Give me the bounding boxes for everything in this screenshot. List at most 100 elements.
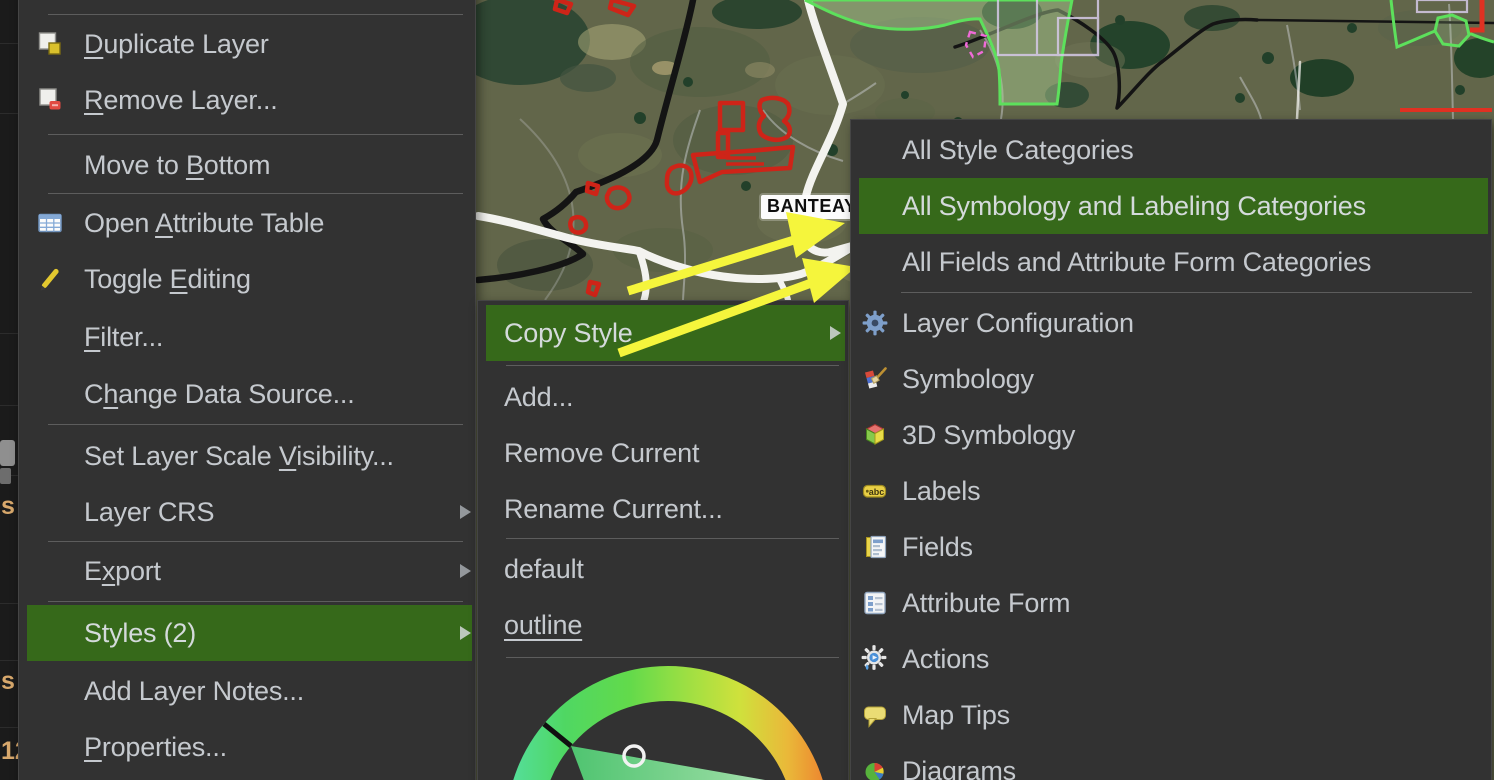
menu-item-properties[interactable]: Properties... bbox=[27, 719, 472, 775]
menu-item-label: Move to Bottom bbox=[84, 150, 270, 181]
label-post: ttribute Table bbox=[173, 208, 324, 238]
menu-item-layer-crs[interactable]: Layer CRS bbox=[27, 484, 472, 540]
attribute-table-icon bbox=[36, 209, 64, 237]
menu-item-open-attribute-table[interactable]: Open Attribute Table bbox=[27, 195, 472, 251]
label-post: uplicate Layer bbox=[103, 29, 268, 59]
menu-item-label: Set Layer Scale Visibility... bbox=[84, 441, 394, 472]
label-pre: outline bbox=[504, 610, 582, 640]
menu-item-label: All Fields and Attribute Form Categories bbox=[902, 247, 1371, 278]
menu-item-move-to-bottom[interactable]: Move to Bottom bbox=[27, 137, 472, 193]
menu-separator bbox=[48, 134, 463, 135]
menu-item-label: Remove Layer... bbox=[84, 85, 278, 116]
menu-item-label: Symbology bbox=[902, 364, 1034, 395]
menu-item-all-symbology-and-labeling-categories[interactable]: All Symbology and Labeling Categories bbox=[859, 178, 1488, 234]
menu-item-all-fields-and-attribute-form-categories[interactable]: All Fields and Attribute Form Categories bbox=[859, 234, 1488, 290]
menu-item-add-style[interactable]: Add... bbox=[486, 369, 845, 425]
symbology-icon bbox=[861, 365, 889, 393]
label-pre: Add... bbox=[504, 382, 573, 412]
label-mnemonic: h bbox=[103, 379, 118, 409]
layer-context-menu: Duplicate Layer Remove Layer... Move to Bo… bbox=[18, 0, 476, 780]
menu-item-all-style-categories[interactable]: All Style Categories bbox=[859, 122, 1488, 178]
attribute-form-icon bbox=[861, 589, 889, 617]
panel-item-icon-fragment bbox=[0, 468, 11, 484]
menu-item-copy-style[interactable]: Copy Style bbox=[486, 305, 845, 361]
label-mnemonic: D bbox=[84, 29, 103, 59]
label-pre: Attribute Form bbox=[902, 588, 1070, 618]
style-categories-submenu: All Style Categories All Symbology and La… bbox=[850, 119, 1492, 780]
diagrams-icon bbox=[861, 757, 889, 780]
menu-item-label: Open Attribute Table bbox=[84, 208, 324, 239]
label-pre: Rename Current... bbox=[504, 494, 723, 524]
menu-item-set-layer-scale-visibility[interactable]: Set Layer Scale Visibility... bbox=[27, 428, 472, 484]
menu-item-duplicate-layer[interactable]: Duplicate Layer bbox=[27, 16, 472, 72]
layer-name-fragment: 12 bbox=[1, 737, 18, 766]
label-mnemonic: P bbox=[84, 732, 102, 762]
label-pre: Add Layer Notes... bbox=[84, 676, 304, 706]
menu-item-label: outline bbox=[504, 610, 582, 641]
layers-panel-edge: s s 12 bbox=[0, 0, 18, 780]
menu-item-diagrams[interactable]: Diagrams bbox=[859, 743, 1488, 780]
label-pre: Styles (2) bbox=[84, 618, 196, 648]
menu-item-label: Add... bbox=[504, 382, 573, 413]
menu-item-style-outline[interactable]: outline bbox=[486, 597, 845, 653]
menu-item-3d-symbology[interactable]: 3D Symbology bbox=[859, 407, 1488, 463]
menu-item-label: Labels bbox=[902, 476, 980, 507]
menu-separator bbox=[48, 601, 463, 602]
label-post: roperties... bbox=[102, 732, 227, 762]
label-post: ilter... bbox=[100, 322, 163, 352]
label-post: isibility... bbox=[296, 441, 394, 471]
duplicate-layer-icon bbox=[36, 30, 64, 58]
menu-item-remove-layer[interactable]: Remove Layer... bbox=[27, 72, 472, 128]
panel-item-icon-fragment bbox=[0, 440, 15, 466]
svg-text:abc: abc bbox=[869, 487, 885, 497]
label-post: emove Layer... bbox=[103, 85, 277, 115]
menu-item-label: Change Data Source... bbox=[84, 379, 355, 410]
menu-item-rename-current[interactable]: Rename Current... bbox=[486, 481, 845, 537]
label-pre: Copy Style bbox=[504, 318, 633, 348]
menu-item-add-layer-notes[interactable]: Add Layer Notes... bbox=[27, 663, 472, 719]
menu-item-fields[interactable]: Fields bbox=[859, 519, 1488, 575]
label-pre: Fields bbox=[902, 532, 973, 562]
menu-item-change-data-source[interactable]: Change Data Source... bbox=[27, 366, 472, 422]
label-pre: 3D Symbology bbox=[902, 420, 1075, 450]
menu-item-toggle-editing[interactable]: Toggle Editing bbox=[27, 251, 472, 307]
menu-item-label: Actions bbox=[902, 644, 989, 675]
label-pre: Layer Configuration bbox=[902, 308, 1134, 338]
label-pre: Actions bbox=[902, 644, 989, 674]
menu-item-label: Diagrams bbox=[902, 756, 1016, 780]
styles-submenu: Copy Style Add... Remove Current Rename Cur… bbox=[477, 300, 849, 780]
menu-item-label: Remove Current bbox=[504, 438, 699, 469]
remove-layer-icon bbox=[36, 86, 64, 114]
menu-item-styles[interactable]: Styles (2) bbox=[27, 605, 472, 661]
label-post: diting bbox=[187, 264, 250, 294]
menu-item-label: default bbox=[504, 554, 584, 585]
label-mnemonic: B bbox=[186, 150, 204, 180]
menu-item-layer-configuration[interactable]: Layer Configuration bbox=[859, 295, 1488, 351]
menu-item-symbology[interactable]: Symbology bbox=[859, 351, 1488, 407]
labels-icon: abc bbox=[861, 477, 889, 505]
menu-item-label: Duplicate Layer bbox=[84, 29, 269, 60]
menu-item-attribute-form[interactable]: Attribute Form bbox=[859, 575, 1488, 631]
menu-item-actions[interactable]: Actions bbox=[859, 631, 1488, 687]
menu-separator bbox=[506, 657, 839, 658]
color-wheel-selector[interactable] bbox=[624, 746, 644, 766]
menu-item-remove-current[interactable]: Remove Current bbox=[486, 425, 845, 481]
menu-item-label: All Symbology and Labeling Categories bbox=[902, 191, 1366, 222]
menu-item-style-default[interactable]: default bbox=[486, 541, 845, 597]
menu-item-label: Map Tips bbox=[902, 700, 1010, 731]
menu-item-label: Styles (2) bbox=[84, 618, 196, 649]
label-pre: Open bbox=[84, 208, 155, 238]
menu-item-labels[interactable]: abc Labels bbox=[859, 463, 1488, 519]
menu-item-export[interactable]: Export bbox=[27, 543, 472, 599]
label-pre: Toggle bbox=[84, 264, 170, 294]
label-pre: Layer CRS bbox=[84, 497, 214, 527]
label-pre: E bbox=[84, 556, 102, 586]
qgis-window: BANTEAY s s 12 Duplicate LayerRemove Lay… bbox=[0, 0, 1494, 780]
menu-item-label: Fields bbox=[902, 532, 973, 563]
menu-item-label: Export bbox=[84, 556, 161, 587]
menu-item-map-tips[interactable]: Map Tips bbox=[859, 687, 1488, 743]
menu-item-filter[interactable]: Filter... bbox=[27, 309, 472, 365]
label-mnemonic: A bbox=[155, 208, 173, 238]
label-pre: default bbox=[504, 554, 584, 584]
label-pre: Set Layer Scale bbox=[84, 441, 279, 471]
